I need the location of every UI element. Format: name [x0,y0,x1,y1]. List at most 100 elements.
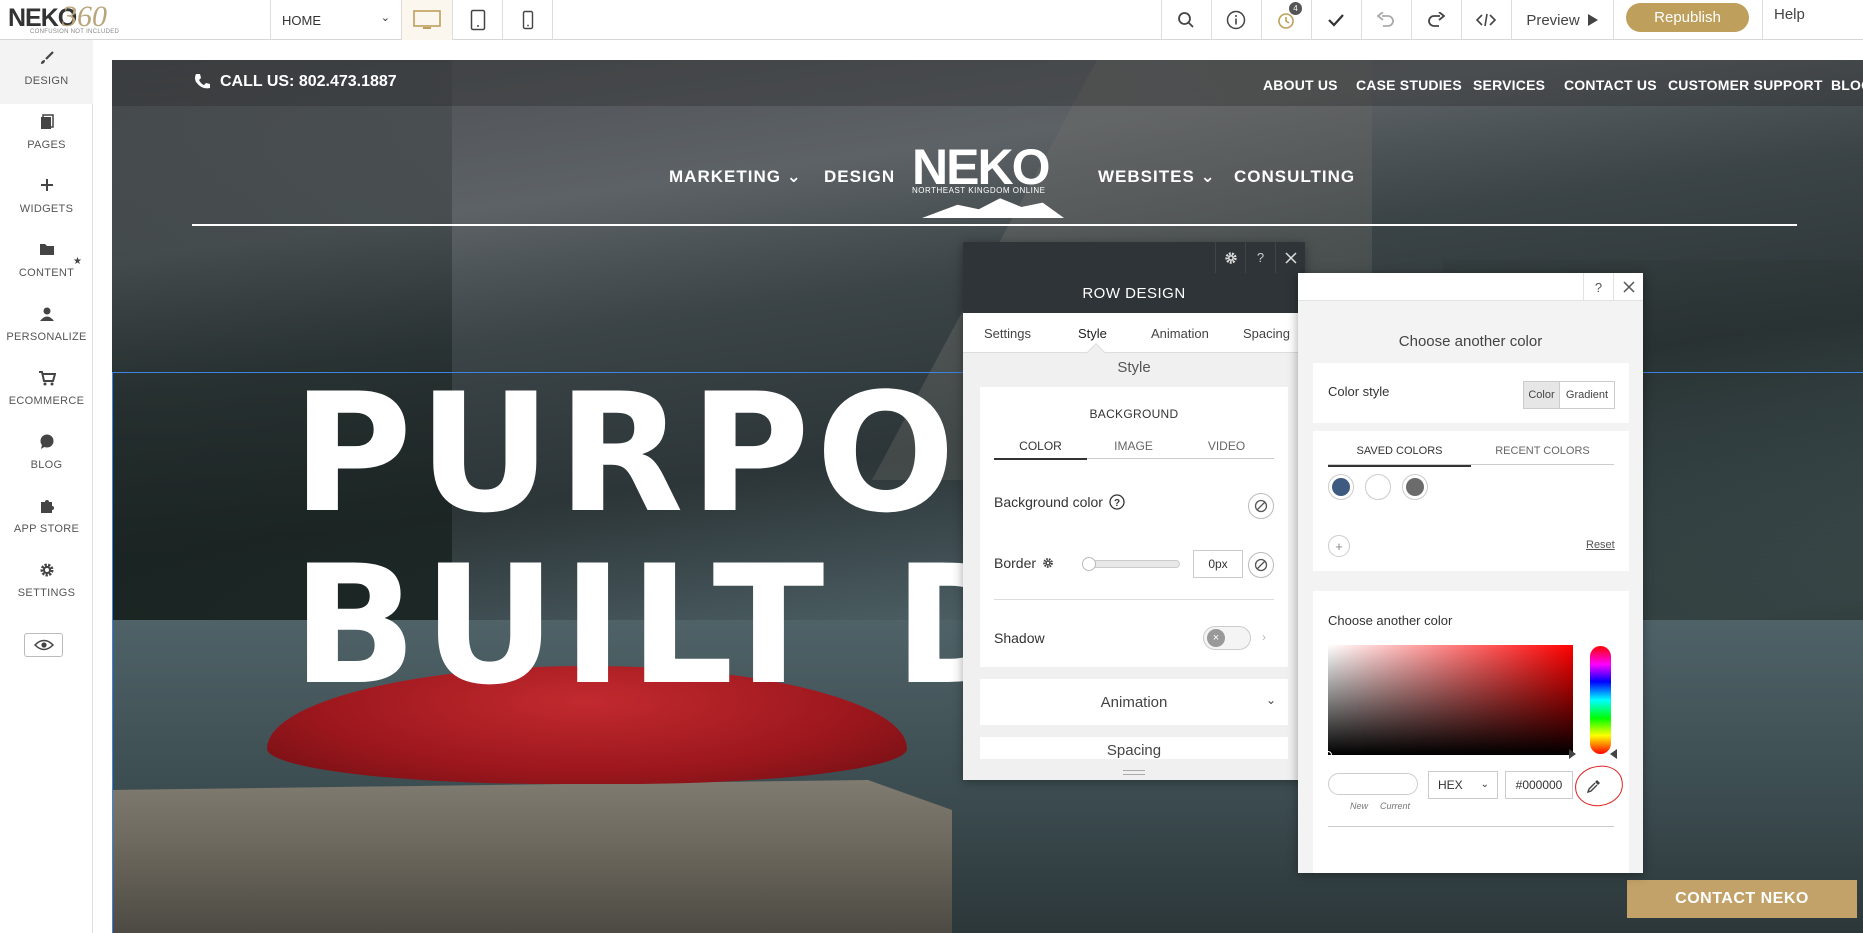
spacing-accordion[interactable]: Spacing [980,737,1288,759]
reset-link[interactable]: Reset [1586,539,1615,551]
nav-case-studies[interactable]: CASE STUDIES [1356,77,1462,93]
nav-consulting[interactable]: CONSULTING [1234,167,1355,187]
tab-style[interactable]: Style [1078,326,1107,341]
shadow-toggle[interactable]: × [1203,626,1251,650]
undo-icon [1377,12,1394,27]
page-select[interactable]: HOME ⌄ [270,0,400,40]
sidebar-item-content[interactable]: CONTENT ★ [0,232,93,296]
no-color-icon [1254,499,1268,513]
left-sidebar: DESIGN PAGES WIDGETS CONTENT ★ PERSONALI… [0,40,93,933]
call-us[interactable]: CALL US: 802.473.1887 [192,72,397,92]
saved-color-swatch[interactable] [1328,474,1354,500]
panel-header-bar[interactable]: ? [963,242,1305,273]
sidebar-item-settings[interactable]: SETTINGS [0,552,93,616]
nav-about-us[interactable]: ABOUT US [1263,77,1338,93]
sidebar-item-pages[interactable]: PAGES [0,104,93,168]
add-saved-color-button[interactable]: + [1328,535,1350,557]
slider-handle[interactable] [1082,557,1096,571]
border-color-swatch-button[interactable] [1248,552,1274,578]
tab-saved-colors[interactable]: SAVED COLORS [1328,445,1471,467]
row-selection-outline [112,372,113,933]
tab-color[interactable]: COLOR [994,439,1087,460]
resize-grip[interactable] [1123,770,1145,775]
mobile-icon [522,10,534,30]
cart-icon [38,371,56,386]
saved-color-swatch[interactable] [1365,474,1391,500]
contact-neko-button[interactable]: CONTACT NEKO [1627,880,1857,918]
eye-icon [33,639,54,651]
panel-title: ROW DESIGN [963,273,1305,313]
undo-button[interactable] [1361,0,1411,40]
color-picker-help-button[interactable]: ? [1583,273,1613,301]
panel-settings-button[interactable] [1215,242,1245,273]
visibility-toggle-button[interactable] [24,633,63,657]
checklist-button[interactable] [1311,0,1361,40]
color-handle[interactable] [1324,751,1332,759]
style-gradient-button[interactable]: Gradient [1560,382,1614,408]
saved-color-swatch[interactable] [1402,474,1428,500]
panel-help-button[interactable]: ? [1245,242,1275,273]
annotation-circle [1572,762,1626,810]
background-color-swatch-button[interactable] [1248,493,1274,519]
help-menu[interactable]: Help [1774,6,1805,23]
code-button[interactable] [1461,0,1511,40]
nav-services[interactable]: SERVICES [1473,77,1545,93]
color-picker-header[interactable]: ? [1298,273,1643,301]
tab-spacing[interactable]: Spacing [1243,326,1290,341]
hue-slider[interactable] [1590,646,1611,754]
hue-marker[interactable] [1610,749,1617,759]
tab-settings[interactable]: Settings [984,326,1031,341]
animation-accordion[interactable]: Animation ⌄ [980,679,1288,725]
color-picker-panel: ? Choose another color Color style Color… [1298,273,1643,873]
nav-customer-support[interactable]: CUSTOMER SUPPORT [1668,77,1823,93]
plus-icon: + [1335,538,1343,554]
search-button[interactable] [1161,0,1211,40]
tab-image[interactable]: IMAGE [1087,439,1180,453]
sidebar-item-app-store[interactable]: APP STORE [0,488,93,552]
chevron-down-icon: ⌄ [1194,167,1216,186]
tab-recent-colors[interactable]: RECENT COLORS [1471,445,1614,457]
border-width-input[interactable]: 0px [1193,550,1243,578]
background-heading: BACKGROUND [1089,407,1179,421]
sidebar-item-design[interactable]: DESIGN [0,40,93,104]
nav-design[interactable]: DESIGN [824,167,895,187]
tab-animation[interactable]: Animation [1151,326,1209,341]
nav-contact-us[interactable]: CONTACT US [1564,77,1657,93]
hex-value-input[interactable]: #000000 [1505,771,1573,799]
tab-video[interactable]: VIDEO [1180,439,1273,453]
question-icon: ? [1594,279,1603,295]
desktop-view-button[interactable] [402,0,452,40]
color-format-value: HEX [1438,778,1463,792]
preview-button[interactable]: Preview [1512,0,1612,40]
sidebar-item-widgets[interactable]: WIDGETS [0,168,93,232]
nav-blog[interactable]: BLOG [1831,77,1863,93]
gear-icon[interactable] [1042,557,1054,569]
chevron-right-icon[interactable]: › [1262,630,1266,644]
saturation-value-area[interactable] [1328,645,1573,755]
republish-button[interactable]: Republish [1626,3,1749,32]
tablet-view-button[interactable] [453,0,503,40]
mobile-view-button[interactable] [503,0,553,40]
notifications-button[interactable]: 4 [1261,0,1311,40]
puzzle-icon [40,500,54,513]
folder-icon [39,244,54,255]
chevron-down-icon: ⌄ [780,167,802,186]
divider [552,0,553,40]
border-width-slider[interactable] [1082,557,1180,571]
panel-close-button[interactable] [1275,242,1305,273]
color-picker-close-button[interactable] [1613,273,1643,301]
sidebar-item-personalize[interactable]: PERSONALIZE [0,296,93,360]
color-format-select[interactable]: HEX ⌄ [1428,771,1498,799]
style-color-button[interactable]: Color [1524,382,1560,408]
sidebar-item-blog[interactable]: BLOG [0,424,93,488]
sidebar-item-ecommerce[interactable]: ECOMMERCE [0,360,93,424]
gear-icon [1224,251,1237,264]
redo-button[interactable] [1411,0,1461,40]
row-design-panel: ? ROW DESIGN Settings Style Animation Sp… [963,242,1305,780]
nav-marketing[interactable]: MARKETING ⌄ [669,167,802,187]
help-circle-icon[interactable]: ? [1109,494,1125,510]
nav-websites[interactable]: WEBSITES ⌄ [1098,167,1216,187]
spacing-accordion-label: Spacing [1106,742,1162,759]
neko-site-logo[interactable]: NEKO NORTHEAST KINGDOM ONLINE [912,138,1072,218]
info-button[interactable] [1211,0,1261,40]
